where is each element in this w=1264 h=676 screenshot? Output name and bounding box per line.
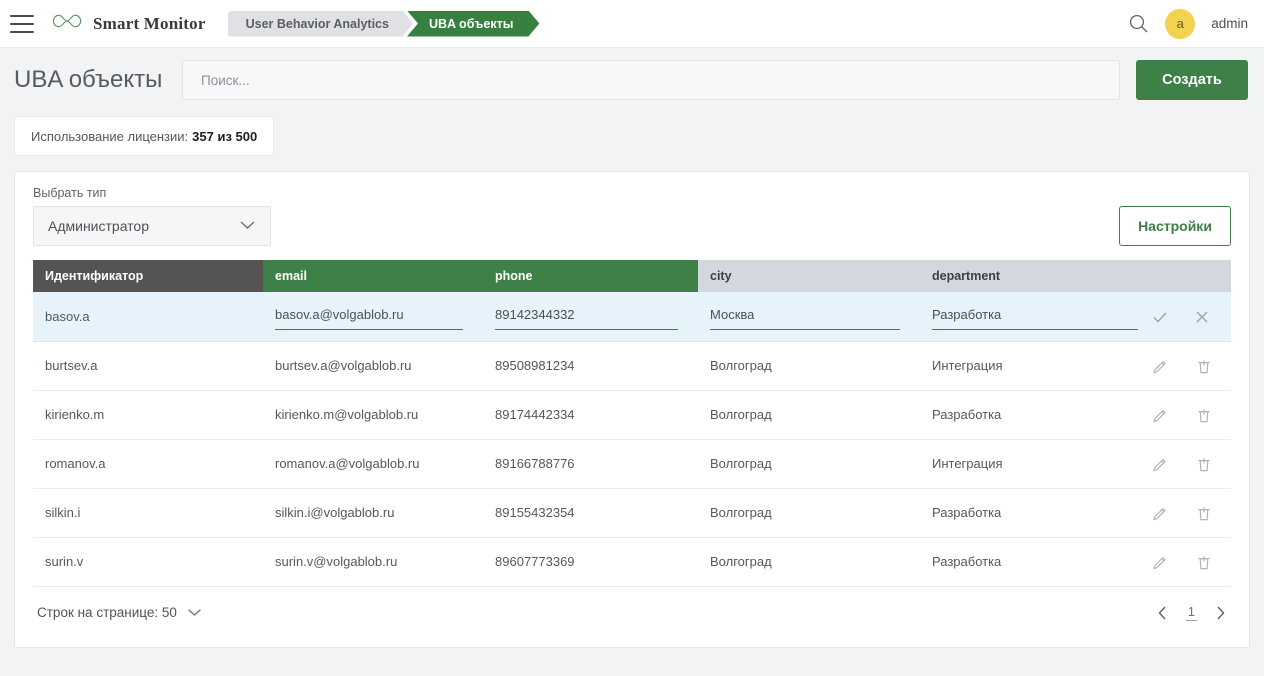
breadcrumb: User Behavior Analytics UBA объекты <box>228 11 540 37</box>
breadcrumb-label: User Behavior Analytics <box>245 16 389 31</box>
table-row: romanov.a romanov.a@volgablob.ru 8916678… <box>33 439 1231 489</box>
type-select-value: Администратор <box>48 218 150 234</box>
cell-email <box>263 292 483 342</box>
card-toolbar: Выбрать тип Администратор Настройки <box>33 186 1231 246</box>
phone-edit-input[interactable] <box>495 302 678 330</box>
table-row: kirienko.m kirienko.m@volgablob.ru 89174… <box>33 390 1231 440</box>
rows-per-page-select[interactable]: Строк на странице: 50 <box>37 605 202 620</box>
cell-phone: 89607773369 <box>483 537 698 587</box>
cell-phone: 89174442334 <box>483 390 698 440</box>
table-body: basov.a basov.a@volgablob.ru 89142344332… <box>33 292 1231 587</box>
table-footer: Строк на странице: 50 1 <box>33 587 1231 639</box>
top-navigation-bar: Smart Monitor User Behavior Analytics UB… <box>0 0 1264 48</box>
trash-icon[interactable] <box>1195 505 1213 523</box>
trash-icon[interactable] <box>1195 554 1213 572</box>
cell-identifier: kirienko.m <box>33 390 263 440</box>
pencil-icon[interactable] <box>1151 407 1169 425</box>
user-name[interactable]: admin <box>1211 16 1248 31</box>
breadcrumb-label: UBA объекты <box>428 16 514 31</box>
city-edit-input[interactable] <box>710 302 900 330</box>
confirm-edit-icon[interactable] <box>1151 308 1169 326</box>
cell-city: Волгоград <box>698 390 920 440</box>
table-header: Идентификатор email phone city departmen… <box>33 260 1231 292</box>
cell-identifier: burtsev.a <box>33 341 263 391</box>
search-icon[interactable] <box>1128 13 1149 34</box>
create-button[interactable]: Создать <box>1136 60 1248 100</box>
avatar[interactable]: a <box>1165 8 1196 39</box>
cell-department <box>920 292 1231 342</box>
uba-objects-table: Идентификатор email phone city departmen… <box>33 260 1231 587</box>
table-row: surin.v surin.v@volgablob.ru 89607773369… <box>33 537 1231 587</box>
infinity-logo-icon <box>50 12 84 35</box>
cell-phone: 89508981234 <box>483 341 698 391</box>
table-header-row: Идентификатор email phone city departmen… <box>33 260 1231 292</box>
search-input-wrapper[interactable] <box>182 60 1120 100</box>
cell-identifier: basov.a <box>33 292 263 342</box>
department-edit-input[interactable] <box>932 302 1138 330</box>
avatar-letter: a <box>1176 16 1184 31</box>
page-header: UBA объекты Создать <box>0 48 1264 100</box>
cancel-edit-icon[interactable] <box>1193 308 1211 326</box>
cell-email: romanov.a@volgablob.ru <box>263 439 483 489</box>
trash-icon[interactable] <box>1195 407 1213 425</box>
chevron-down-icon <box>239 217 256 235</box>
cell-department: Разработка <box>920 488 1231 538</box>
rows-per-page-label: Строк на странице: 50 <box>37 605 177 620</box>
license-usage-value: 357 из 500 <box>192 128 258 144</box>
column-header-city[interactable]: city <box>698 260 920 292</box>
search-input[interactable] <box>199 71 1103 89</box>
cell-city <box>698 292 920 342</box>
cell-email: kirienko.m@volgablob.ru <box>263 390 483 440</box>
trash-icon[interactable] <box>1195 456 1213 474</box>
settings-button[interactable]: Настройки <box>1119 206 1231 246</box>
column-header-phone[interactable]: phone <box>483 260 698 292</box>
breadcrumb-item-uba-objects[interactable]: UBA объекты <box>407 11 539 37</box>
table-row: silkin.i silkin.i@volgablob.ru 891554323… <box>33 488 1231 538</box>
cell-email: silkin.i@volgablob.ru <box>263 488 483 538</box>
cell-city: Волгоград <box>698 488 920 538</box>
cell-email: burtsev.a@volgablob.ru <box>263 341 483 391</box>
cell-phone <box>483 292 698 342</box>
pencil-icon[interactable] <box>1151 554 1169 572</box>
cell-city: Волгоград <box>698 341 920 391</box>
brand-logo[interactable]: Smart Monitor <box>50 12 206 35</box>
brand-name: Smart Monitor <box>93 13 206 33</box>
pencil-icon[interactable] <box>1151 456 1169 474</box>
hamburger-menu-icon[interactable] <box>10 14 34 33</box>
cell-identifier: romanov.a <box>33 439 263 489</box>
table-row-editing: basov.a <box>33 292 1231 342</box>
email-edit-input[interactable] <box>275 302 463 330</box>
chevron-right-icon[interactable] <box>1213 605 1227 621</box>
type-select[interactable]: Администратор <box>33 206 271 246</box>
chevron-down-icon <box>187 605 202 620</box>
pagination: 1 <box>1156 604 1227 621</box>
chevron-left-icon[interactable] <box>1156 605 1170 621</box>
cell-identifier: surin.v <box>33 537 263 587</box>
column-header-department[interactable]: department <box>920 260 1231 292</box>
pencil-icon[interactable] <box>1151 505 1169 523</box>
column-header-identifier[interactable]: Идентификатор <box>33 260 263 292</box>
cell-department: Разработка <box>920 390 1231 440</box>
type-select-label: Выбрать тип <box>33 186 107 200</box>
cell-phone: 89166788776 <box>483 439 698 489</box>
uba-objects-card: Выбрать тип Администратор Настройки Иден… <box>14 171 1250 648</box>
topbar-right-group: a admin <box>1128 8 1248 39</box>
table-row: burtsev.a burtsev.a@volgablob.ru 8950898… <box>33 341 1231 391</box>
pencil-icon[interactable] <box>1151 358 1169 376</box>
license-usage-badge: Использование лицензии: 357 из 500 <box>14 116 275 156</box>
trash-icon[interactable] <box>1195 358 1213 376</box>
cell-identifier: silkin.i <box>33 488 263 538</box>
cell-department: Интеграция <box>920 439 1231 489</box>
license-usage-label: Использование лицензии: <box>31 128 189 144</box>
column-header-email[interactable]: email <box>263 260 483 292</box>
pagination-page-1[interactable]: 1 <box>1185 604 1197 621</box>
cell-city: Волгоград <box>698 537 920 587</box>
cell-department: Интеграция <box>920 341 1231 391</box>
cell-phone: 89155432354 <box>483 488 698 538</box>
cell-department: Разработка <box>920 537 1231 587</box>
cell-city: Волгоград <box>698 439 920 489</box>
page-title: UBA объекты <box>14 66 163 93</box>
cell-email: surin.v@volgablob.ru <box>263 537 483 587</box>
breadcrumb-item-user-behavior-analytics[interactable]: User Behavior Analytics <box>228 11 413 37</box>
